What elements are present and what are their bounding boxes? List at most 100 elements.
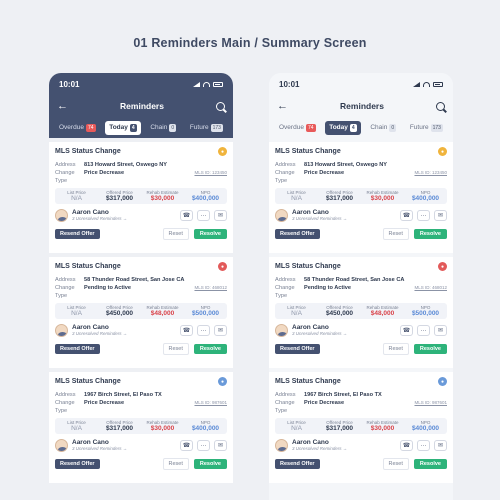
unresolved-reminders-link[interactable]: 3 Unresolved Reminders → (292, 216, 400, 221)
address-value: 813 Howard Street, Oswego NY (304, 162, 387, 168)
mail-icon[interactable]: ✉ (434, 209, 447, 221)
status-dot-icon: ● (438, 262, 447, 271)
reminder-card: MLS Status Change ● Address 1967 Birch Stre… (49, 372, 233, 483)
reset-button[interactable]: Reset (162, 228, 189, 240)
mls-id-link[interactable]: MLS ID: 123450 (414, 169, 447, 185)
tab-chain[interactable]: Chain 0 (146, 121, 180, 135)
tab-future[interactable]: Future 173 (406, 121, 447, 135)
offered-price-value: $317,000 (325, 195, 354, 202)
contact-row: Aaron Cano 3 Unresolved Reminders → ☎ … ✉ (55, 207, 227, 223)
reset-button[interactable]: Reset (382, 458, 409, 470)
mail-icon[interactable]: ✉ (434, 324, 447, 336)
tab-overdue[interactable]: Overdue 74 (275, 121, 320, 135)
mail-icon[interactable]: ✉ (214, 439, 227, 451)
unresolved-reminders-link[interactable]: 3 Unresolved Reminders → (292, 446, 400, 451)
address-value: 58 Thunder Road Street, San Jose CA (84, 277, 185, 283)
phone-icon[interactable]: ☎ (400, 209, 413, 221)
tab-label: Chain (370, 124, 388, 131)
search-icon[interactable] (436, 101, 445, 111)
resend-offer-button[interactable]: Resend Offer (55, 229, 100, 239)
tab-bar: Overdue 74 Today 4 Chain 0 Future 173 (269, 117, 453, 138)
list-price-value: N/A (291, 195, 302, 202)
resend-offer-button[interactable]: Resend Offer (275, 344, 320, 354)
mail-icon[interactable]: ✉ (214, 324, 227, 336)
resolve-button[interactable]: Resolve (413, 229, 447, 239)
contact-name: Aaron Cano (292, 324, 329, 331)
status-dot-icon: ● (218, 262, 227, 271)
resend-offer-button[interactable]: Resend Offer (55, 344, 100, 354)
wifi-icon (423, 81, 430, 87)
reset-button[interactable]: Reset (162, 458, 189, 470)
tab-count-badge: 173 (210, 123, 223, 132)
resend-offer-button[interactable]: Resend Offer (55, 459, 100, 469)
chat-icon[interactable]: … (197, 324, 210, 336)
mail-icon[interactable]: ✉ (434, 439, 447, 451)
contact-row: Aaron Cano 3 Unresolved Reminders → ☎ … ✉ (55, 437, 227, 453)
mls-id-link[interactable]: MLS ID: 987601 (414, 399, 447, 415)
reset-button[interactable]: Reset (382, 343, 409, 355)
search-icon[interactable] (216, 101, 225, 111)
npo-value: $400,000 (411, 425, 440, 432)
address-label: Address (275, 392, 296, 398)
chat-icon[interactable]: … (417, 439, 430, 451)
chat-icon[interactable]: … (417, 209, 430, 221)
resolve-button[interactable]: Resolve (413, 344, 447, 354)
mls-id-link[interactable]: MLS ID: 468012 (414, 284, 447, 300)
status-bar: 10:01 (269, 73, 453, 95)
tab-count-badge: 74 (85, 123, 96, 132)
resend-offer-button[interactable]: Resend Offer (275, 459, 320, 469)
mail-icon[interactable]: ✉ (214, 209, 227, 221)
contact-name: Aaron Cano (292, 439, 329, 446)
reminder-card: MLS Status Change ● Address 1967 Birch Stre… (269, 372, 453, 483)
tab-label: Future (409, 124, 429, 131)
resolve-button[interactable]: Resolve (413, 459, 447, 469)
phone-icon[interactable]: ☎ (180, 324, 193, 336)
resolve-button[interactable]: Resolve (193, 459, 227, 469)
screen-title: Reminders (340, 101, 384, 111)
list-price-value: N/A (291, 310, 302, 317)
reminder-card: MLS Status Change ● Address 58 Thunder Road… (269, 257, 453, 368)
chat-icon[interactable]: … (197, 439, 210, 451)
resolve-button[interactable]: Resolve (193, 344, 227, 354)
phone-icon[interactable]: ☎ (400, 439, 413, 451)
tab-today[interactable]: Today 4 (325, 120, 361, 135)
chat-icon[interactable]: … (417, 324, 430, 336)
change-type-value: Price Decrease (304, 170, 345, 176)
phone-icon[interactable]: ☎ (180, 209, 193, 221)
status-icons (413, 81, 443, 87)
tab-overdue[interactable]: Overdue 74 (55, 121, 100, 135)
unresolved-reminders-link[interactable]: 3 Unresolved Reminders → (72, 216, 180, 221)
change-type-value: Pending to Active (84, 285, 132, 291)
tab-chain[interactable]: Chain 0 (366, 121, 400, 135)
unresolved-reminders-link[interactable]: 3 Unresolved Reminders → (72, 331, 180, 336)
address-label: Address (55, 277, 76, 283)
tab-today[interactable]: Today 4 (105, 120, 141, 135)
address-value: 1967 Birch Street, El Paso TX (304, 392, 382, 398)
arrow-left-icon[interactable]: ← (57, 100, 68, 112)
unresolved-reminders-link[interactable]: 3 Unresolved Reminders → (292, 331, 400, 336)
reset-button[interactable]: Reset (382, 228, 409, 240)
phone-icon[interactable]: ☎ (400, 324, 413, 336)
card-title: MLS Status Change (55, 148, 121, 155)
tab-count-badge: 0 (389, 123, 397, 132)
contact-row: Aaron Cano 3 Unresolved Reminders → ☎ … ✉ (275, 207, 447, 223)
unresolved-reminders-link[interactable]: 3 Unresolved Reminders → (72, 446, 180, 451)
change-type-label: Change Type (275, 285, 295, 299)
arrow-left-icon[interactable]: ← (277, 100, 288, 112)
phone-icon[interactable]: ☎ (180, 439, 193, 451)
tab-count-badge: 74 (305, 123, 316, 132)
tab-future[interactable]: Future 173 (186, 121, 227, 135)
resend-offer-button[interactable]: Resend Offer (275, 229, 320, 239)
mls-id-link[interactable]: MLS ID: 468012 (194, 284, 227, 300)
mls-id-link[interactable]: MLS ID: 123450 (194, 169, 227, 185)
resolve-button[interactable]: Resolve (193, 229, 227, 239)
change-type-label: Change Type (55, 170, 75, 184)
card-title: MLS Status Change (275, 148, 341, 155)
signal-icon (193, 81, 200, 87)
tab-label: Overdue (279, 124, 304, 131)
offered-price-value: $317,000 (105, 195, 134, 202)
rehab-estimate-value: $30,000 (370, 425, 395, 432)
reset-button[interactable]: Reset (162, 343, 189, 355)
mls-id-link[interactable]: MLS ID: 987601 (194, 399, 227, 415)
chat-icon[interactable]: … (197, 209, 210, 221)
